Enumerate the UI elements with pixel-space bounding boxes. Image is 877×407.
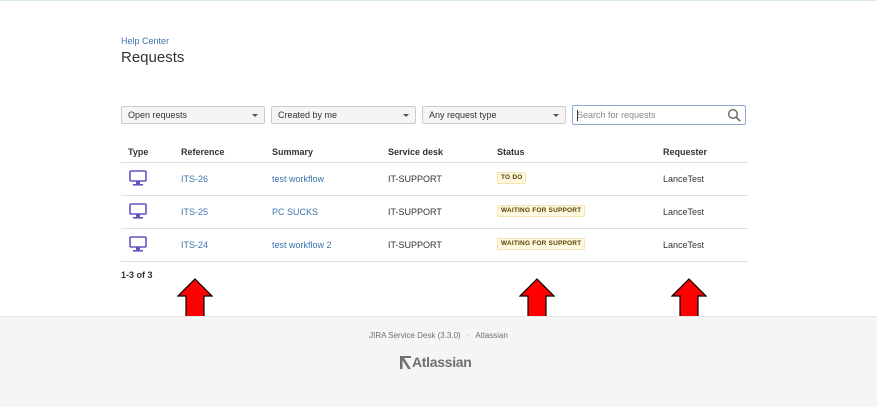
- atlassian-logo[interactable]: Atlassian: [399, 354, 472, 370]
- atlassian-logo-icon: [400, 355, 411, 369]
- request-reference-link[interactable]: ITS-25: [181, 207, 208, 217]
- request-reference-link[interactable]: ITS-24: [181, 240, 208, 250]
- row-divider: [121, 261, 748, 262]
- breadcrumb-help-center[interactable]: Help Center: [121, 36, 169, 46]
- search-icon[interactable]: [727, 108, 741, 122]
- footer: JIRA Service Desk (3.3.0) · Atlassian Atla…: [0, 316, 877, 407]
- creator-filter-value: Created by me: [278, 110, 338, 120]
- atlassian-logo-text: Atlassian: [412, 354, 472, 370]
- chevron-down-icon: [252, 114, 258, 117]
- service-desk-cell: IT-SUPPORT: [388, 207, 442, 217]
- computer-monitor-icon: [129, 236, 147, 252]
- footer-vendor-link[interactable]: Atlassian: [475, 331, 507, 340]
- header-divider: [121, 162, 748, 163]
- chevron-down-icon: [553, 114, 559, 117]
- request-summary-link[interactable]: test workflow 2: [272, 240, 332, 250]
- status-filter-value: Open requests: [128, 110, 188, 120]
- footer-product-link[interactable]: JIRA Service Desk (3.3.0): [369, 331, 461, 340]
- top-border: [0, 0, 877, 1]
- requester-cell: LanceTest: [663, 207, 705, 217]
- status-filter-dropdown[interactable]: Open requests: [121, 106, 265, 124]
- service-desk-cell: IT-SUPPORT: [388, 174, 442, 184]
- column-header-status: Status: [497, 147, 525, 157]
- computer-monitor-icon: [129, 203, 147, 219]
- row-divider: [121, 228, 748, 229]
- column-header-reference: Reference: [181, 147, 225, 157]
- search-box[interactable]: [572, 105, 746, 125]
- chevron-down-icon: [403, 114, 409, 117]
- row-divider: [121, 195, 748, 196]
- page-title: Requests: [121, 49, 185, 66]
- requester-cell: LanceTest: [663, 174, 705, 184]
- column-header-requester: Requester: [663, 147, 708, 157]
- search-input[interactable]: [577, 108, 725, 122]
- column-header-summary: Summary: [272, 147, 314, 157]
- request-summary-link[interactable]: test workflow: [272, 174, 324, 184]
- column-header-type: Type: [128, 147, 149, 157]
- request-reference-link[interactable]: ITS-26: [181, 174, 208, 184]
- computer-monitor-icon: [129, 170, 147, 186]
- column-header-service-desk: Service desk: [388, 147, 444, 157]
- status-badge: WAITING FOR SUPPORT: [497, 238, 586, 250]
- status-badge: WAITING FOR SUPPORT: [497, 205, 586, 217]
- service-desk-cell: IT-SUPPORT: [388, 240, 442, 250]
- request-type-filter-dropdown[interactable]: Any request type: [422, 106, 566, 124]
- result-count: 1-3 of 3: [121, 270, 153, 280]
- creator-filter-dropdown[interactable]: Created by me: [271, 106, 416, 124]
- status-badge: TO DO: [497, 172, 527, 184]
- request-summary-link[interactable]: PC SUCKS: [272, 207, 318, 217]
- requester-cell: LanceTest: [663, 240, 705, 250]
- request-type-filter-value: Any request type: [429, 110, 497, 120]
